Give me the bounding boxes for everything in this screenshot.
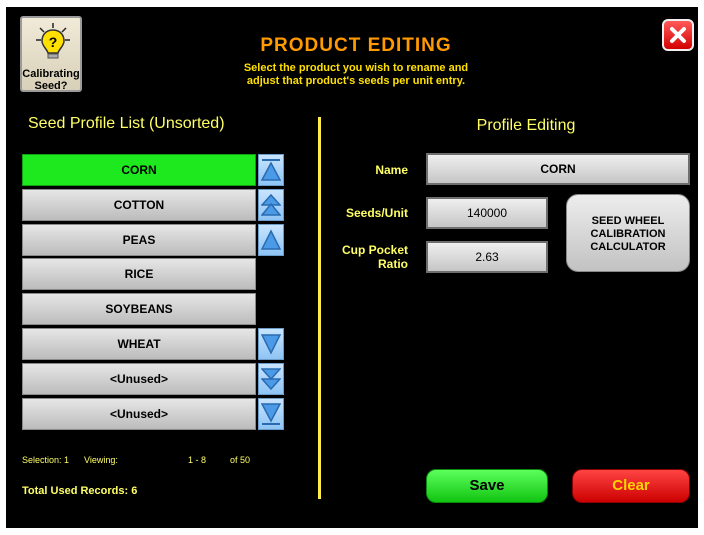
list-item[interactable]: PEAS	[22, 224, 256, 256]
total-used-records: Total Used Records: 6	[22, 485, 138, 497]
cup-pocket-label-line-1: Cup Pocket	[341, 243, 408, 257]
clear-button[interactable]: Clear	[572, 469, 690, 503]
calculator-label-line-3: CALCULATOR	[590, 241, 666, 253]
scroll-to-top-icon	[261, 159, 281, 181]
list-item[interactable]: SOYBEANS	[22, 293, 256, 325]
calibrating-seed-button[interactable]: ? Calibrating Seed?	[20, 16, 82, 92]
cup-pocket-label-line-2: Ratio	[378, 257, 408, 271]
scroll-to-top-button[interactable]	[258, 154, 284, 186]
line-up-button[interactable]	[258, 224, 284, 256]
cup-pocket-ratio-field[interactable]: 2.63	[426, 241, 548, 273]
name-field[interactable]: CORN	[426, 153, 690, 185]
svg-text:?: ?	[49, 34, 58, 50]
list-item[interactable]: CORN	[22, 154, 256, 186]
seed-wheel-calibration-calculator-button[interactable]: SEED WHEEL CALIBRATION CALCULATOR	[566, 194, 690, 272]
viewing-label: Viewing:	[84, 455, 118, 465]
product-editing-screen: ? Calibrating Seed? PRODUCT EDITING Sele…	[6, 7, 698, 528]
close-button[interactable]	[662, 19, 694, 51]
page-down-icon	[261, 368, 281, 391]
list-item[interactable]: COTTON	[22, 189, 256, 221]
scroll-to-bottom-icon	[261, 403, 281, 425]
seeds-per-unit-field[interactable]: 140000	[426, 197, 548, 229]
list-item[interactable]: <Unused>	[22, 363, 256, 395]
seeds-per-unit-label: Seeds/Unit	[345, 206, 408, 220]
page-title: PRODUCT EDITING	[260, 35, 452, 56]
name-label: Name	[375, 163, 408, 177]
page-subtitle: Select the product you wish to rename an…	[146, 62, 566, 88]
save-button[interactable]: Save	[426, 469, 548, 503]
subtitle-line-2: adjust that product's seeds per unit ent…	[246, 75, 466, 87]
cup-pocket-ratio-label: Cup Pocket Ratio	[326, 243, 408, 271]
seed-profile-list-heading: Seed Profile List (Unsorted)	[28, 115, 225, 132]
calibrating-seed-label: Calibrating Seed?	[22, 68, 80, 92]
panel-divider	[318, 117, 321, 499]
line-down-icon	[261, 334, 281, 355]
viewing-range: 1 - 8	[188, 455, 207, 465]
calculator-label-line-1: SEED WHEEL	[591, 215, 665, 227]
line-up-icon	[261, 229, 281, 250]
list-item[interactable]: RICE	[22, 258, 256, 290]
list-item[interactable]: <Unused>	[22, 398, 256, 430]
viewing-total: of 50	[230, 455, 251, 465]
lightbulb-icon: ?	[36, 23, 70, 59]
list-item[interactable]: WHEAT	[22, 328, 256, 360]
line-down-button[interactable]	[258, 328, 284, 360]
scroll-to-bottom-button[interactable]	[258, 398, 284, 430]
page-up-icon	[261, 193, 281, 216]
page-down-button[interactable]	[258, 363, 284, 395]
selection-indicator: Selection: 1	[22, 455, 70, 465]
profile-editing-heading: Profile Editing	[476, 117, 576, 134]
calculator-label-line-2: CALIBRATION	[590, 228, 666, 240]
page-up-button[interactable]	[258, 189, 284, 221]
close-icon	[670, 27, 686, 43]
subtitle-line-1: Select the product you wish to rename an…	[243, 62, 469, 74]
